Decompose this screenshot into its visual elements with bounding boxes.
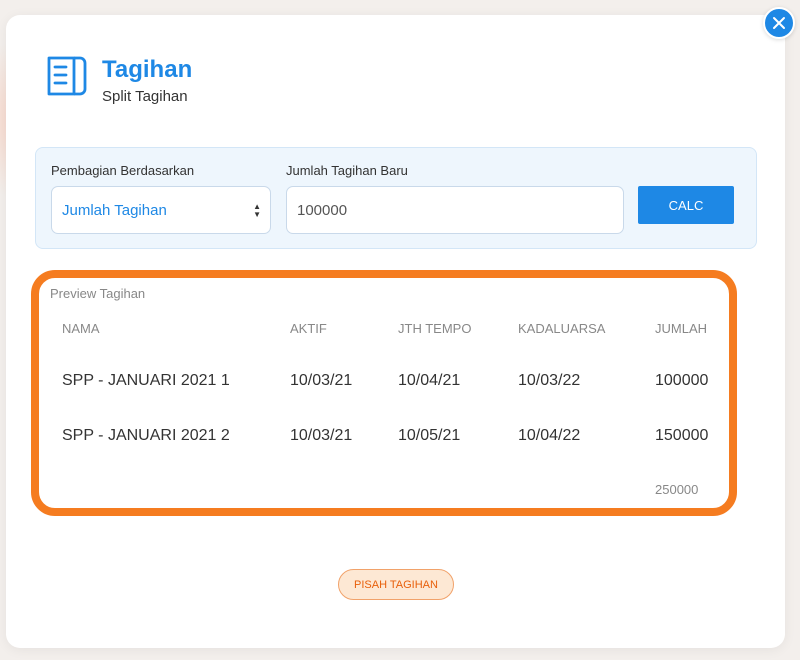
column-header-jth-tempo: JTH TEMPO [398, 321, 472, 336]
cell-kadaluarsa: 10/04/22 [518, 427, 581, 444]
split-by-select[interactable]: Jumlah Tagihan ▲ ▼ [51, 186, 271, 234]
select-arrows-icon: ▲ ▼ [253, 202, 261, 219]
close-icon [773, 17, 785, 29]
preview-table-container [31, 270, 737, 516]
cell-aktif: 10/03/21 [290, 427, 353, 444]
cell-jumlah: 100000 [655, 372, 709, 389]
split-by-selected-value: Jumlah Tagihan [62, 201, 167, 219]
column-header-aktif: AKTIF [290, 321, 327, 336]
cell-jumlah: 150000 [655, 427, 709, 444]
cell-jth-tempo: 10/04/21 [398, 372, 461, 389]
cell-jth-tempo: 10/05/21 [398, 427, 461, 444]
total-amount: 250000 [655, 482, 699, 497]
column-header-kadaluarsa: KADALUARSA [518, 321, 606, 336]
split-bill-button[interactable]: PISAH TAGIHAN [338, 569, 454, 600]
cell-aktif: 10/03/21 [290, 372, 353, 389]
column-header-jumlah: JUMLAH [655, 321, 708, 336]
preview-title: Preview Tagihan [50, 286, 146, 301]
cell-nama: SPP - JANUARI 2021 1 [62, 372, 230, 389]
page-title: Tagihan [102, 56, 193, 83]
document-icon [47, 56, 87, 96]
close-button[interactable] [763, 7, 795, 39]
split-by-label: Pembagian Berdasarkan [51, 163, 195, 178]
page-subtitle: Split Tagihan [102, 88, 188, 105]
new-amount-input[interactable] [286, 186, 624, 234]
cell-nama: SPP - JANUARI 2021 2 [62, 427, 230, 444]
calc-button[interactable]: CALC [638, 186, 734, 224]
column-header-nama: NAMA [62, 321, 100, 336]
new-amount-label: Jumlah Tagihan Baru [286, 163, 408, 178]
cell-kadaluarsa: 10/03/22 [518, 372, 581, 389]
